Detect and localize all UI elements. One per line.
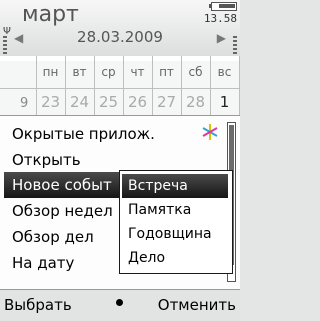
- menu-item-week-view[interactable]: Обзор недел: [12, 199, 113, 223]
- menu-item-open-apps[interactable]: Окрытые прилож.: [12, 122, 155, 146]
- day-cell[interactable]: 27: [152, 93, 181, 111]
- menu-item-todo-view[interactable]: Обзор дел: [12, 225, 94, 249]
- new-event-submenu: Встреча Памятка Годовщина Дело: [119, 170, 233, 274]
- weekday: вс: [217, 65, 232, 79]
- weekday: пт: [159, 65, 174, 79]
- weekday: ср: [101, 65, 116, 79]
- day-cell[interactable]: 1: [210, 93, 239, 111]
- select-softkey[interactable]: Выбрать: [4, 296, 72, 314]
- weekday: сб: [188, 65, 203, 79]
- submenu-item-todo[interactable]: Дело: [128, 247, 165, 269]
- submenu-item-meeting[interactable]: Встреча: [128, 175, 188, 197]
- current-date: 28.03.2009: [77, 28, 163, 46]
- softkey-bar: Выбрать Отменить: [0, 289, 240, 321]
- battery-icon: [209, 2, 237, 11]
- clock: 13.58: [203, 12, 237, 25]
- multitask-icon: [202, 124, 218, 140]
- cancel-softkey[interactable]: Отменить: [158, 296, 236, 314]
- day-cell[interactable]: 23: [36, 93, 65, 111]
- menu-item-open[interactable]: Открыть: [12, 148, 81, 172]
- weekday: чт: [130, 65, 145, 79]
- day-cell[interactable]: 26: [123, 93, 152, 111]
- date-navigator: ◀ 28.03.2009 ▶: [0, 26, 240, 50]
- next-arrow-icon[interactable]: ▶: [217, 31, 226, 45]
- day-cell[interactable]: 28: [181, 93, 210, 111]
- day-cell[interactable]: 25: [94, 93, 123, 111]
- menu-item-new-event[interactable]: Новое событ: [12, 173, 112, 197]
- weekday: вт: [72, 65, 87, 79]
- submenu-item-memo[interactable]: Памятка: [128, 199, 191, 221]
- weekday: пн: [42, 65, 59, 79]
- menu-item-go-to-date[interactable]: На дату: [12, 251, 74, 275]
- day-cell[interactable]: 24: [65, 93, 94, 111]
- center-key-dot-icon[interactable]: [116, 299, 123, 306]
- weekday-header: пн вт ср чт пт сб вс: [36, 65, 240, 79]
- week-row: 23 24 25 26 27 28 1: [36, 93, 240, 111]
- app-title: март: [22, 2, 79, 27]
- submenu-item-anniversary[interactable]: Годовщина: [128, 223, 212, 245]
- status-bar: март 13.58 Ψ ◀ 28.03.2009 ▶: [0, 0, 240, 56]
- week-number: 9: [20, 96, 29, 111]
- month-calendar: пн вт ср чт пт сб вс 9 23 24 25 26 27 28…: [0, 56, 240, 116]
